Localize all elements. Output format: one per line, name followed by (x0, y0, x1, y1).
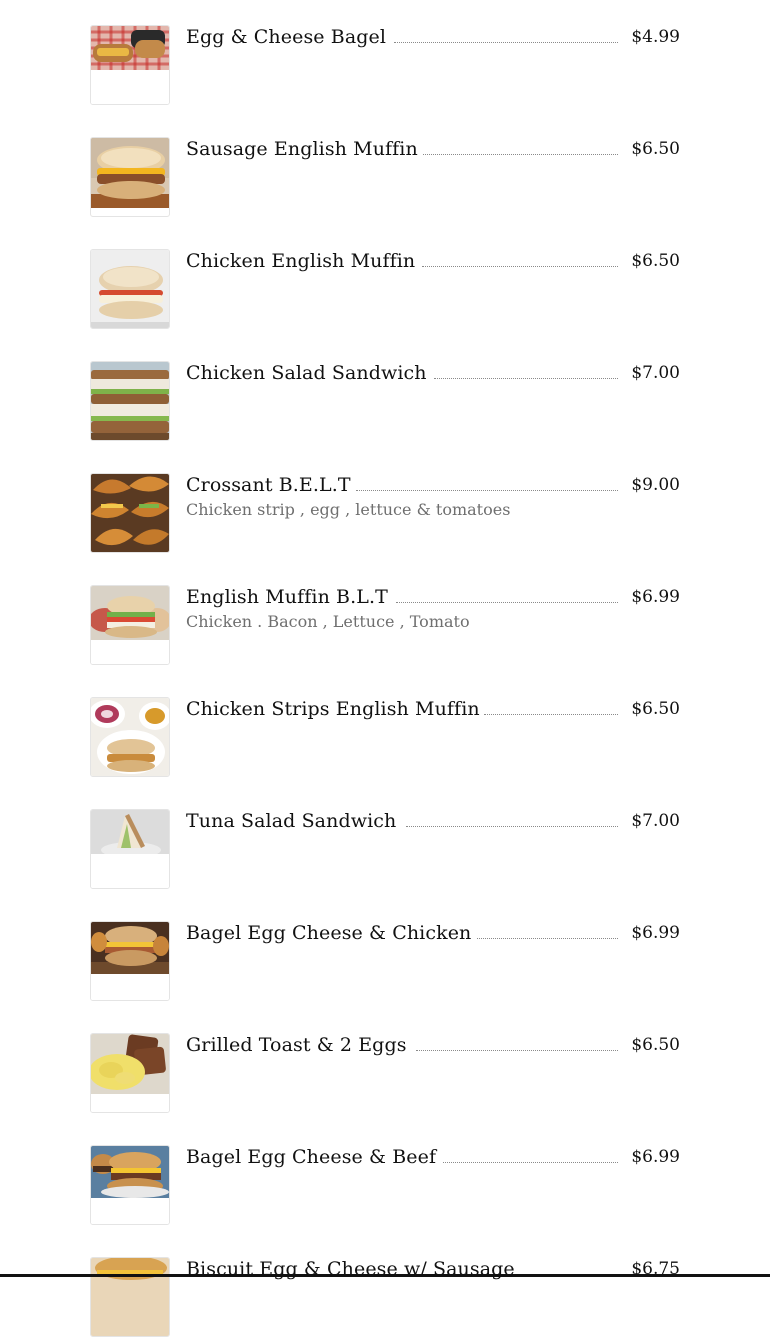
menu-item[interactable]: Biscuit Egg & Cheese w/ Sausage $6.75 (90, 1257, 680, 1337)
leader-dots (484, 714, 618, 715)
item-photo (90, 1145, 170, 1225)
item-price: $4.99 (631, 27, 680, 47)
menu-item[interactable]: Sausage English Muffin $6.50 (90, 137, 680, 217)
item-photo (90, 1033, 170, 1113)
leader-dots (396, 602, 618, 603)
item-photo (90, 249, 170, 329)
item-name: Grilled Toast & 2 Eggs (186, 1034, 407, 1056)
leader-dots (434, 378, 618, 379)
item-price: $6.99 (631, 923, 680, 943)
item-price: $6.99 (631, 1147, 680, 1167)
menu-item[interactable]: Bagel Egg Cheese & Chicken $6.99 (90, 921, 680, 1001)
item-price: $7.00 (631, 811, 680, 831)
menu-item[interactable]: Bagel Egg Cheese & Beef $6.99 (90, 1145, 680, 1225)
item-price: $6.50 (631, 1035, 680, 1055)
menu-item[interactable]: Egg & Cheese Bagel $4.99 (90, 25, 680, 105)
item-name: Crossant B.E.L.T (186, 474, 351, 496)
leader-dots (423, 154, 618, 155)
item-description: Chicken . Bacon , Lettuce , Tomato (186, 612, 470, 631)
item-photo (90, 137, 170, 217)
item-name: English Muffin B.L.T (186, 586, 388, 608)
leader-dots (443, 1162, 618, 1163)
menu-item[interactable]: English Muffin B.L.T $6.99 Chicken . Bac… (90, 585, 680, 665)
item-name: Egg & Cheese Bagel (186, 26, 387, 48)
item-photo (90, 697, 170, 777)
leader-dots (477, 938, 618, 939)
menu-item[interactable]: Crossant B.E.L.T $9.00 Chicken strip , e… (90, 473, 680, 553)
leader-dots (422, 266, 618, 267)
menu-item[interactable]: Tuna Salad Sandwich $7.00 (90, 809, 680, 889)
leader-dots (406, 826, 618, 827)
item-name: Bagel Egg Cheese & Beef (186, 1146, 437, 1168)
item-description: Chicken strip , egg , lettuce & tomatoes (186, 500, 511, 519)
item-price: $7.00 (631, 363, 680, 383)
item-price: $6.50 (631, 251, 680, 271)
item-name: Bagel Egg Cheese & Chicken (186, 922, 472, 944)
item-name: Biscuit Egg & Cheese w/ Sausage (186, 1258, 515, 1280)
item-name: Chicken Salad Sandwich (186, 362, 427, 384)
item-photo (90, 585, 170, 665)
item-photo (90, 473, 170, 553)
item-photo (90, 361, 170, 441)
item-photo (90, 921, 170, 1001)
leader-dots (394, 42, 618, 43)
menu-item[interactable]: Chicken Strips English Muffin $6.50 (90, 697, 680, 777)
menu-item[interactable]: Grilled Toast & 2 Eggs $6.50 (90, 1033, 680, 1113)
leader-dots (416, 1050, 618, 1051)
item-price: $9.00 (631, 475, 680, 495)
item-price: $6.99 (631, 587, 680, 607)
leader-dots (356, 490, 618, 491)
item-price: $6.50 (631, 699, 680, 719)
menu-item[interactable]: Chicken Salad Sandwich $7.00 (90, 361, 680, 441)
item-price: $6.50 (631, 139, 680, 159)
item-name: Sausage English Muffin (186, 138, 418, 160)
item-photo (90, 25, 170, 105)
item-name: Chicken English Muffin (186, 250, 416, 272)
item-photo (90, 809, 170, 889)
item-photo (90, 1257, 170, 1337)
menu-item[interactable]: Chicken English Muffin $6.50 (90, 249, 680, 329)
item-name: Tuna Salad Sandwich (186, 810, 397, 832)
item-name: Chicken Strips English Muffin (186, 698, 480, 720)
